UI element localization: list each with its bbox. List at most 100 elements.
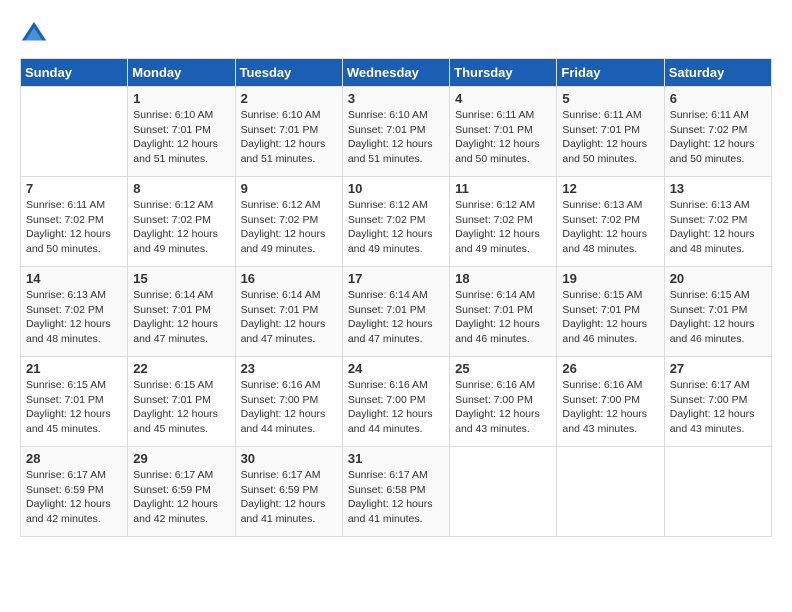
day-info: Sunrise: 6:12 AMSunset: 7:02 PMDaylight:… [241,198,337,257]
day-info: Sunrise: 6:17 AMSunset: 6:59 PMDaylight:… [133,468,229,527]
calendar-cell: 9 Sunrise: 6:12 AMSunset: 7:02 PMDaylight… [235,177,342,267]
day-number: 10 [348,181,444,196]
day-info: Sunrise: 6:16 AMSunset: 7:00 PMDaylight:… [348,378,444,437]
calendar-cell: 28 Sunrise: 6:17 AMSunset: 6:59 PMDayligh… [21,447,128,537]
calendar-cell: 20Sunrise: 6:15 AMSunset: 7:01 PMDayligh… [664,267,771,357]
day-number: 4 [455,91,551,106]
calendar-cell: 21Sunrise: 6:15 AMSunset: 7:01 PMDayligh… [21,357,128,447]
day-info: Sunrise: 6:13 AMSunset: 7:02 PMDaylight:… [670,198,766,257]
day-info: Sunrise: 6:14 AMSunset: 7:01 PMDaylight:… [241,288,337,347]
day-number: 3 [348,91,444,106]
day-number: 15 [133,271,229,286]
day-number: 6 [670,91,766,106]
calendar-cell: 5 Sunrise: 6:11 AMSunset: 7:01 PMDaylight… [557,87,664,177]
day-number: 16 [241,271,337,286]
calendar-cell [664,447,771,537]
calendar-cell: 8 Sunrise: 6:12 AMSunset: 7:02 PMDaylight… [128,177,235,267]
calendar-cell: 16 Sunrise: 6:14 AMSunset: 7:01 PMDayligh… [235,267,342,357]
day-number: 12 [562,181,658,196]
day-number: 27 [670,361,766,376]
day-info: Sunrise: 6:15 AMSunset: 7:01 PMDaylight:… [562,288,658,347]
day-header: Friday [557,59,664,87]
day-number: 19 [562,271,658,286]
day-header: Wednesday [342,59,449,87]
calendar-cell: 15 Sunrise: 6:14 AMSunset: 7:01 PMDayligh… [128,267,235,357]
calendar-cell: 7 Sunrise: 6:11 AMSunset: 7:02 PMDaylight… [21,177,128,267]
calendar-week-row: 14 Sunrise: 6:13 AMSunset: 7:02 PMDayligh… [21,267,772,357]
day-number: 1 [133,91,229,106]
logo-icon [20,20,48,48]
calendar-cell: 12 Sunrise: 6:13 AMSunset: 7:02 PMDayligh… [557,177,664,267]
day-number: 7 [26,181,122,196]
day-info: Sunrise: 6:12 AMSunset: 7:02 PMDaylight:… [348,198,444,257]
calendar-week-row: 7 Sunrise: 6:11 AMSunset: 7:02 PMDaylight… [21,177,772,267]
calendar-cell: 30 Sunrise: 6:17 AMSunset: 6:59 PMDayligh… [235,447,342,537]
day-number: 17 [348,271,444,286]
day-info: Sunrise: 6:11 AMSunset: 7:02 PMDaylight:… [670,108,766,167]
day-info: Sunrise: 6:14 AMSunset: 7:01 PMDaylight:… [348,288,444,347]
day-number: 24 [348,361,444,376]
calendar-week-row: 1 Sunrise: 6:10 AMSunset: 7:01 PMDaylight… [21,87,772,177]
calendar-cell: 2 Sunrise: 6:10 AMSunset: 7:01 PMDaylight… [235,87,342,177]
day-header: Saturday [664,59,771,87]
day-info: Sunrise: 6:17 AMSunset: 6:58 PMDaylight:… [348,468,444,527]
calendar-cell: 27 Sunrise: 6:17 AMSunset: 7:00 PMDayligh… [664,357,771,447]
day-header: Monday [128,59,235,87]
day-info: Sunrise: 6:17 AMSunset: 6:59 PMDaylight:… [241,468,337,527]
day-number: 29 [133,451,229,466]
calendar-cell: 13Sunrise: 6:13 AMSunset: 7:02 PMDayligh… [664,177,771,267]
day-number: 28 [26,451,122,466]
day-info: Sunrise: 6:11 AMSunset: 7:01 PMDaylight:… [455,108,551,167]
calendar-cell: 29 Sunrise: 6:17 AMSunset: 6:59 PMDayligh… [128,447,235,537]
day-info: Sunrise: 6:13 AMSunset: 7:02 PMDaylight:… [26,288,122,347]
day-number: 21 [26,361,122,376]
logo [20,20,52,48]
calendar-cell: 14 Sunrise: 6:13 AMSunset: 7:02 PMDayligh… [21,267,128,357]
day-info: Sunrise: 6:14 AMSunset: 7:01 PMDaylight:… [455,288,551,347]
day-number: 25 [455,361,551,376]
calendar-cell: 18 Sunrise: 6:14 AMSunset: 7:01 PMDayligh… [450,267,557,357]
day-number: 8 [133,181,229,196]
day-info: Sunrise: 6:14 AMSunset: 7:01 PMDaylight:… [133,288,229,347]
day-info: Sunrise: 6:12 AMSunset: 7:02 PMDaylight:… [133,198,229,257]
day-number: 9 [241,181,337,196]
day-number: 5 [562,91,658,106]
day-number: 30 [241,451,337,466]
day-header: Tuesday [235,59,342,87]
day-info: Sunrise: 6:15 AMSunset: 7:01 PMDaylight:… [670,288,766,347]
header-row: SundayMondayTuesdayWednesdayThursdayFrid… [21,59,772,87]
day-info: Sunrise: 6:16 AMSunset: 7:00 PMDaylight:… [455,378,551,437]
calendar-table: SundayMondayTuesdayWednesdayThursdayFrid… [20,58,772,537]
day-info: Sunrise: 6:10 AMSunset: 7:01 PMDaylight:… [133,108,229,167]
day-info: Sunrise: 6:16 AMSunset: 7:00 PMDaylight:… [562,378,658,437]
day-header: Thursday [450,59,557,87]
calendar-cell: 1 Sunrise: 6:10 AMSunset: 7:01 PMDaylight… [128,87,235,177]
calendar-cell: 3Sunrise: 6:10 AMSunset: 7:01 PMDaylight… [342,87,449,177]
day-number: 2 [241,91,337,106]
day-number: 26 [562,361,658,376]
day-info: Sunrise: 6:16 AMSunset: 7:00 PMDaylight:… [241,378,337,437]
calendar-cell [450,447,557,537]
day-info: Sunrise: 6:10 AMSunset: 7:01 PMDaylight:… [241,108,337,167]
day-number: 18 [455,271,551,286]
calendar-cell: 6 Sunrise: 6:11 AMSunset: 7:02 PMDaylight… [664,87,771,177]
calendar-cell: 31 Sunrise: 6:17 AMSunset: 6:58 PMDayligh… [342,447,449,537]
day-header: Sunday [21,59,128,87]
calendar-cell: 17 Sunrise: 6:14 AMSunset: 7:01 PMDayligh… [342,267,449,357]
day-number: 22 [133,361,229,376]
calendar-cell: 24 Sunrise: 6:16 AMSunset: 7:00 PMDayligh… [342,357,449,447]
calendar-cell: 23 Sunrise: 6:16 AMSunset: 7:00 PMDayligh… [235,357,342,447]
day-number: 31 [348,451,444,466]
day-info: Sunrise: 6:13 AMSunset: 7:02 PMDaylight:… [562,198,658,257]
day-number: 23 [241,361,337,376]
day-info: Sunrise: 6:11 AMSunset: 7:02 PMDaylight:… [26,198,122,257]
day-number: 11 [455,181,551,196]
calendar-cell: 25 Sunrise: 6:16 AMSunset: 7:00 PMDayligh… [450,357,557,447]
day-info: Sunrise: 6:17 AMSunset: 7:00 PMDaylight:… [670,378,766,437]
calendar-cell: 10 Sunrise: 6:12 AMSunset: 7:02 PMDayligh… [342,177,449,267]
calendar-cell: 26 Sunrise: 6:16 AMSunset: 7:00 PMDayligh… [557,357,664,447]
day-info: Sunrise: 6:17 AMSunset: 6:59 PMDaylight:… [26,468,122,527]
day-number: 14 [26,271,122,286]
day-info: Sunrise: 6:11 AMSunset: 7:01 PMDaylight:… [562,108,658,167]
calendar-week-row: 21Sunrise: 6:15 AMSunset: 7:01 PMDayligh… [21,357,772,447]
